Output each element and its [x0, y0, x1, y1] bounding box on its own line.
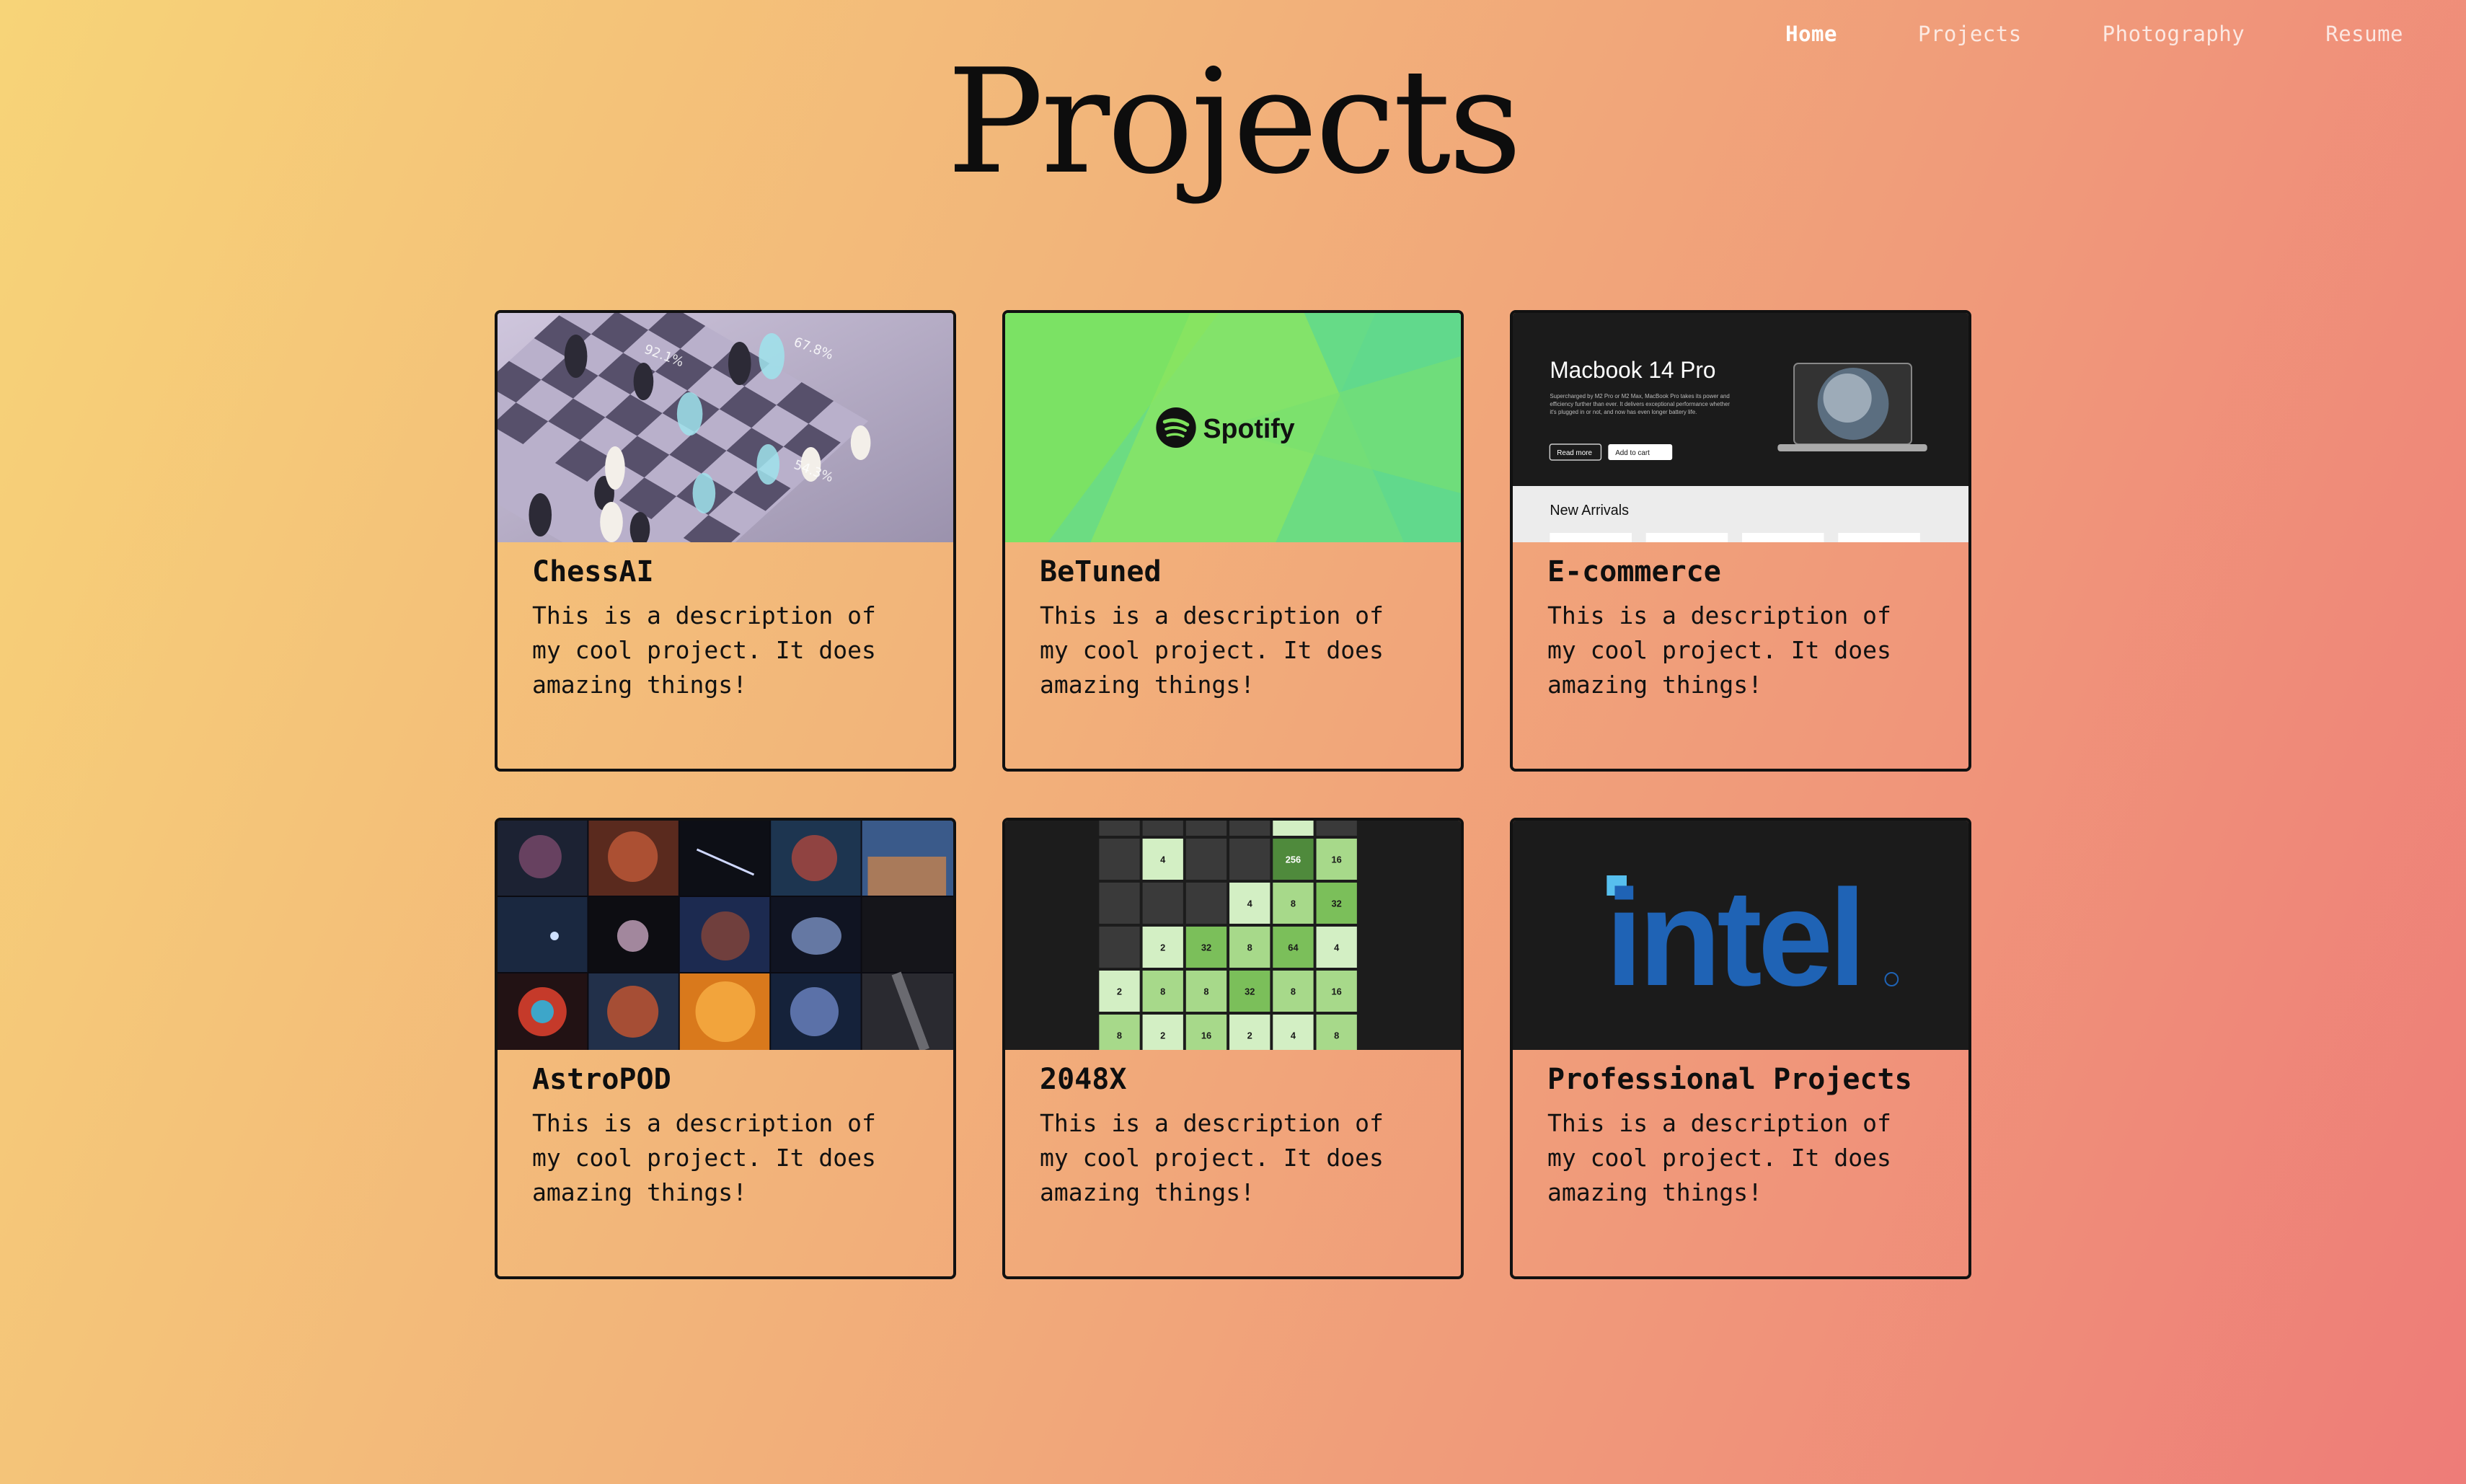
chessai-thumbnail: 92.1% 67.8% 54.3%: [498, 313, 953, 542]
tile-value: 4: [1334, 942, 1340, 953]
tile-value: 8: [1203, 986, 1208, 997]
tile-value: 16: [1332, 854, 1342, 865]
empty-tile: [1185, 883, 1227, 924]
ecommerce-thumbnail: Macbook 14 Pro Supercharged by M2 Pro or…: [1513, 313, 1968, 542]
intel-wordmark: intel: [1605, 862, 1862, 1015]
project-description: This is a description of my cool project…: [1040, 601, 1384, 699]
project-card-2048x[interactable]: 442561648322328644288328168216248 2048X …: [1002, 818, 1464, 1279]
tile-value: 8: [1291, 986, 1296, 997]
project-description: This is a description of my cool project…: [1547, 1109, 1891, 1206]
number-tile: [1273, 821, 1314, 836]
tile-value: 4: [1247, 898, 1253, 909]
project-card-astropod[interactable]: AstroPOD This is a description of my coo…: [495, 818, 956, 1279]
tile-value: 16: [1332, 986, 1342, 997]
empty-tile: [1185, 821, 1227, 836]
top-nav: Home Projects Photography Resume: [1785, 22, 2403, 46]
tile-value: 4: [1160, 854, 1166, 865]
nav-projects-link[interactable]: Projects: [1918, 22, 2022, 46]
empty-tile: [1316, 821, 1357, 836]
empty-tile: [1099, 821, 1140, 836]
tile-value: 4: [1291, 1030, 1296, 1041]
spotify-logo-icon: [1156, 407, 1196, 448]
tile-value: 8: [1334, 1030, 1339, 1041]
ecommerce-thumb-add-to-cart: Add to cart: [1615, 449, 1650, 457]
tile-value: 64: [1288, 942, 1299, 953]
spotify-wordmark: Spotify: [1203, 414, 1295, 444]
project-title: AstroPOD: [532, 1063, 671, 1096]
ecommerce-thumb-read-more: Read more: [1557, 449, 1592, 457]
project-description: This is a description of my cool project…: [532, 601, 876, 699]
project-card-betuned[interactable]: Spotify BeTuned This is a description of…: [1002, 310, 1464, 772]
betuned-thumbnail: Spotify: [1005, 313, 1461, 542]
project-card-chessai[interactable]: 92.1% 67.8% 54.3% ChessAI This is a desc…: [495, 310, 956, 772]
project-title: BeTuned: [1040, 555, 1162, 588]
empty-tile: [1142, 821, 1183, 836]
projects-grid: 92.1% 67.8% 54.3% ChessAI This is a desc…: [495, 310, 1971, 1279]
tile-value: 2: [1247, 1030, 1252, 1041]
tile-value: 256: [1286, 854, 1301, 865]
tile-value: 32: [1245, 986, 1255, 997]
empty-tile: [1099, 839, 1140, 880]
nav-home-link[interactable]: Home: [1785, 22, 1837, 46]
empty-tile: [1099, 927, 1140, 968]
tile-value: 32: [1332, 898, 1342, 909]
empty-tile: [1229, 839, 1270, 880]
project-title: 2048X: [1040, 1063, 1127, 1096]
2048x-thumbnail: 442561648322328644288328168216248: [1005, 821, 1461, 1050]
ecommerce-thumb-copy: Supercharged by M2 Pro or M2 Max, MacBoo…: [1550, 393, 1731, 415]
project-description: This is a description of my cool project…: [532, 1109, 876, 1206]
project-title: E-commerce: [1547, 555, 1721, 588]
project-card-ecommerce[interactable]: Macbook 14 Pro Supercharged by M2 Pro or…: [1510, 310, 1971, 772]
tile-value: 8: [1160, 986, 1165, 997]
empty-tile: [1229, 821, 1270, 836]
ecommerce-thumb-heading: Macbook 14 Pro: [1550, 357, 1715, 383]
tile-value: 8: [1117, 1030, 1122, 1041]
project-card-professional[interactable]: intel Professional Projects This is a de…: [1510, 818, 1971, 1279]
empty-tile: [1185, 839, 1227, 880]
tile-value: 2: [1160, 1030, 1165, 1041]
project-description: This is a description of my cool project…: [1547, 601, 1891, 699]
astropod-thumbnail: [498, 821, 953, 1050]
project-title: Professional Projects: [1547, 1063, 1912, 1096]
tile-value: 8: [1291, 898, 1296, 909]
project-title: ChessAI: [532, 555, 654, 588]
professional-thumbnail: intel: [1513, 821, 1968, 1050]
tile-value: 8: [1247, 942, 1252, 953]
tile-value: 2: [1160, 942, 1165, 953]
empty-tile: [1142, 883, 1183, 924]
tile-value: 16: [1201, 1030, 1211, 1041]
tile-value: 2: [1117, 986, 1122, 997]
nav-photography-link[interactable]: Photography: [2103, 22, 2245, 46]
tile-value: 32: [1201, 942, 1211, 953]
page-title: Projects: [947, 38, 1522, 206]
project-description: This is a description of my cool project…: [1040, 1109, 1384, 1206]
nav-resume-link[interactable]: Resume: [2325, 22, 2403, 46]
ecommerce-thumb-new-arrivals: New Arrivals: [1550, 503, 1629, 518]
empty-tile: [1099, 883, 1140, 924]
